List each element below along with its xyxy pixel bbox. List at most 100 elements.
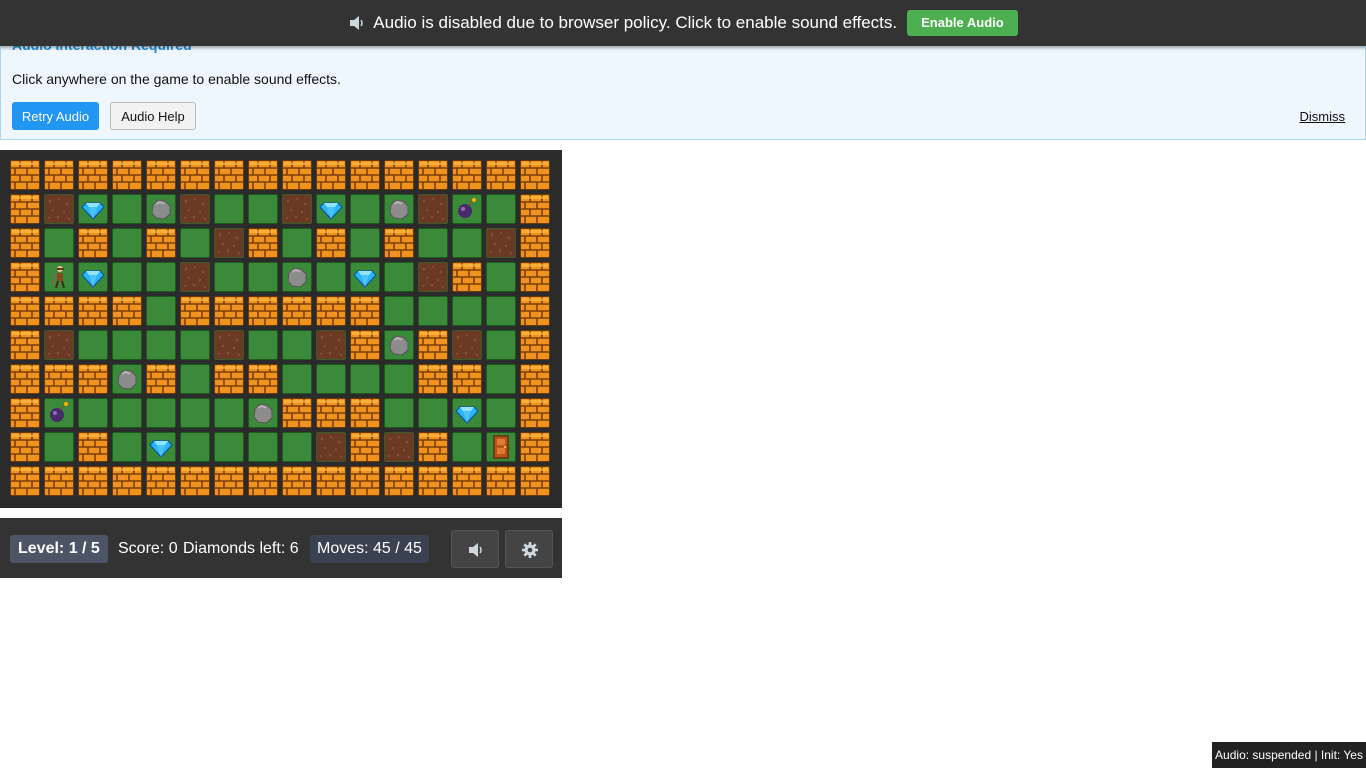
brick-wall-tile [486, 160, 516, 190]
grass-tile [180, 432, 210, 462]
grass-tile [282, 330, 312, 360]
brick-wall-tile [10, 432, 40, 462]
dirt-tile [44, 330, 74, 360]
grass-tile [248, 432, 278, 462]
brick-wall-tile [248, 364, 278, 394]
brick-wall-tile [384, 160, 414, 190]
brick-wall-tile [520, 194, 550, 224]
brick-wall-tile [214, 160, 244, 190]
brick-wall-tile [10, 330, 40, 360]
brick-wall-tile [248, 228, 278, 258]
brick-wall-tile [10, 228, 40, 258]
grass-tile [486, 262, 516, 292]
dirt-tile [180, 194, 210, 224]
grass-tile [214, 194, 244, 224]
dirt-tile [418, 194, 448, 224]
dirt-tile [452, 330, 482, 360]
brick-wall-tile [520, 398, 550, 428]
bomb [452, 194, 482, 224]
enable-audio-button[interactable]: Enable Audio [907, 10, 1018, 36]
brick-wall-tile [282, 160, 312, 190]
grass-tile [248, 262, 278, 292]
brick-wall-tile [146, 364, 176, 394]
grass-tile [112, 262, 142, 292]
brick-wall-tile [44, 364, 74, 394]
brick-wall-tile [316, 160, 346, 190]
grass-tile [112, 398, 142, 428]
diamond [350, 262, 380, 292]
grass-tile [384, 398, 414, 428]
brick-wall-tile [520, 160, 550, 190]
brick-wall-tile [112, 466, 142, 496]
grass-tile [452, 432, 482, 462]
boulder [282, 262, 312, 292]
brick-wall-tile [78, 364, 108, 394]
exit-door [486, 432, 516, 462]
game-board[interactable] [0, 150, 562, 508]
brick-wall-tile [10, 160, 40, 190]
grass-tile [486, 194, 516, 224]
brick-wall-tile [180, 296, 210, 326]
dirt-tile [214, 330, 244, 360]
settings-button[interactable] [505, 530, 553, 568]
brick-wall-tile [78, 432, 108, 462]
brick-wall-tile [10, 262, 40, 292]
brick-wall-tile [350, 398, 380, 428]
grass-tile [384, 262, 414, 292]
brick-wall-tile [520, 296, 550, 326]
brick-wall-tile [452, 466, 482, 496]
grass-tile [214, 262, 244, 292]
notification-message: Audio is disabled due to browser policy.… [373, 13, 898, 32]
dirt-tile [214, 228, 244, 258]
grass-tile [486, 296, 516, 326]
grass-tile [486, 330, 516, 360]
level-indicator: Level: 1 / 5 [10, 535, 108, 563]
audio-notification-bar: Audio is disabled due to browser policy.… [0, 0, 1366, 46]
boulder [248, 398, 278, 428]
retry-audio-button[interactable]: Retry Audio [12, 102, 99, 130]
audio-debug-status: Audio: suspended | Init: Yes [1212, 742, 1366, 768]
grass-tile [316, 262, 346, 292]
dismiss-link[interactable]: Dismiss [1300, 109, 1346, 124]
brick-wall-tile [44, 296, 74, 326]
dirt-tile [316, 330, 346, 360]
brick-wall-tile [418, 432, 448, 462]
grass-tile [486, 398, 516, 428]
grass-tile [248, 330, 278, 360]
brick-wall-tile [180, 160, 210, 190]
grass-tile [384, 364, 414, 394]
dirt-tile [282, 194, 312, 224]
brick-wall-tile [350, 466, 380, 496]
sound-toggle-button[interactable] [451, 530, 499, 568]
grass-tile [384, 296, 414, 326]
dirt-tile [180, 262, 210, 292]
brick-wall-tile [248, 296, 278, 326]
brick-wall-tile [146, 228, 176, 258]
grass-tile [146, 398, 176, 428]
brick-wall-tile [282, 466, 312, 496]
diamond [452, 398, 482, 428]
audio-help-button[interactable]: Audio Help [110, 102, 196, 130]
grass-tile [214, 398, 244, 428]
brick-wall-tile [452, 262, 482, 292]
brick-wall-tile [180, 466, 210, 496]
diamond [78, 262, 108, 292]
dirt-tile [418, 262, 448, 292]
brick-wall-tile [214, 364, 244, 394]
dirt-tile [384, 432, 414, 462]
dirt-tile [486, 228, 516, 258]
grass-tile [44, 432, 74, 462]
brick-wall-tile [350, 432, 380, 462]
brick-wall-tile [78, 466, 108, 496]
brick-wall-tile [10, 364, 40, 394]
brick-wall-tile [384, 228, 414, 258]
brick-wall-tile [520, 228, 550, 258]
brick-wall-tile [78, 160, 108, 190]
grass-tile [282, 432, 312, 462]
brick-wall-tile [486, 466, 516, 496]
grass-tile [486, 364, 516, 394]
brick-wall-tile [418, 466, 448, 496]
grass-tile [112, 228, 142, 258]
brick-wall-tile [112, 296, 142, 326]
grass-tile [282, 228, 312, 258]
